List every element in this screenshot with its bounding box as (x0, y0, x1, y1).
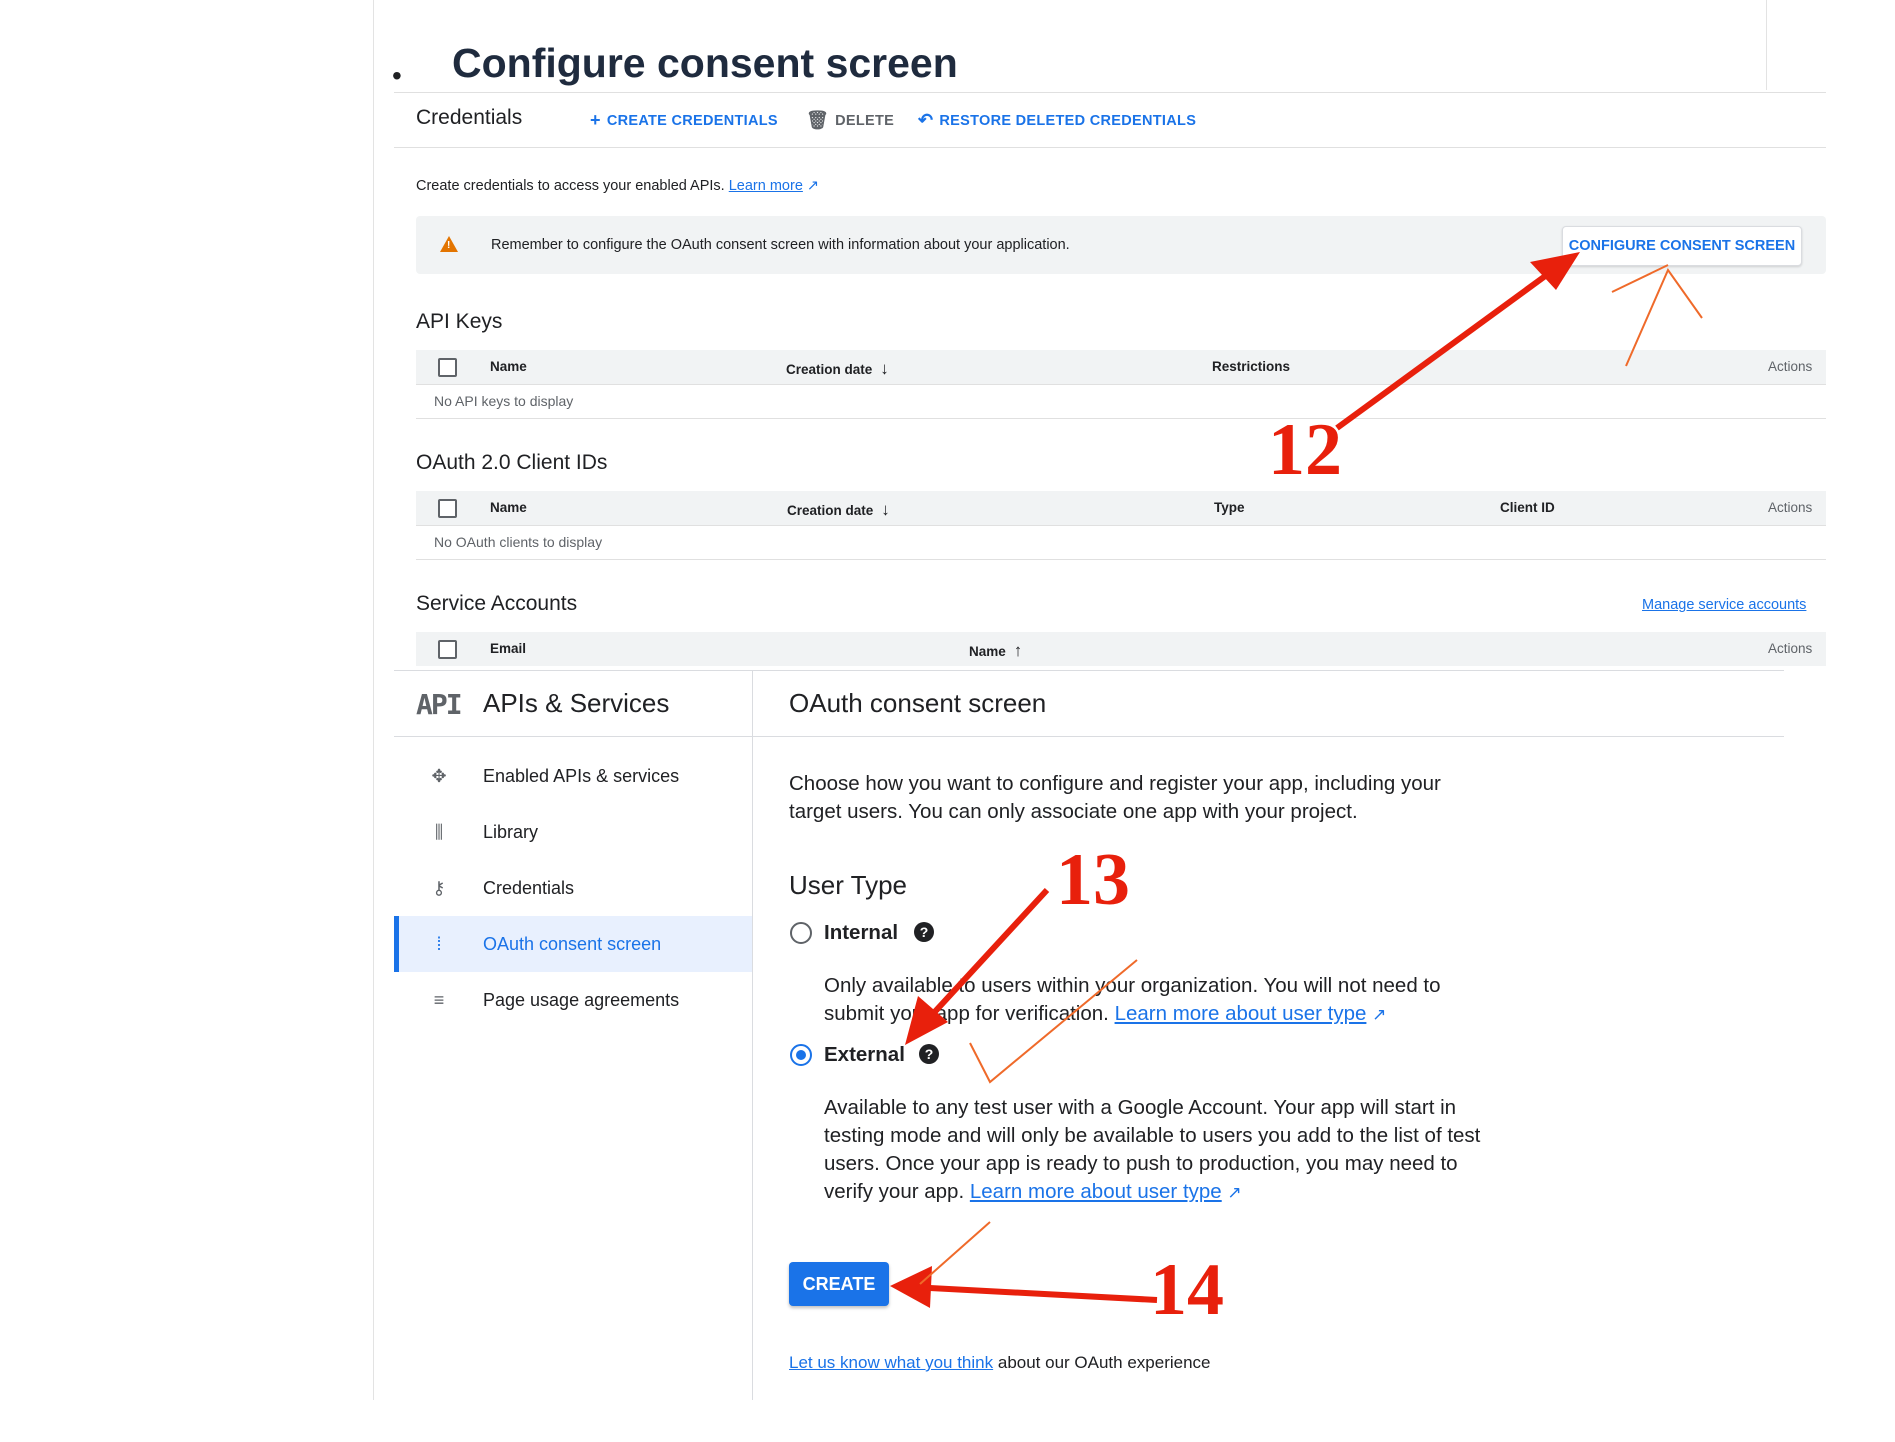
annotation-arrow-12 (1335, 271, 1550, 431)
annotation-scribble (969, 959, 1138, 1084)
annotation-arrow-13 (927, 887, 1050, 1020)
annotation-scribble (1611, 264, 1703, 367)
annotation-scribble (919, 1221, 991, 1285)
annotation-number-12: 12 (1268, 409, 1342, 491)
annotation-number-14: 14 (1150, 1249, 1224, 1331)
annotation-number-13: 13 (1056, 839, 1130, 921)
annotation-arrowhead-14 (890, 1266, 932, 1308)
annotation-arrow-14 (929, 1285, 1158, 1303)
annotation-overlay (890, 252, 1703, 1308)
